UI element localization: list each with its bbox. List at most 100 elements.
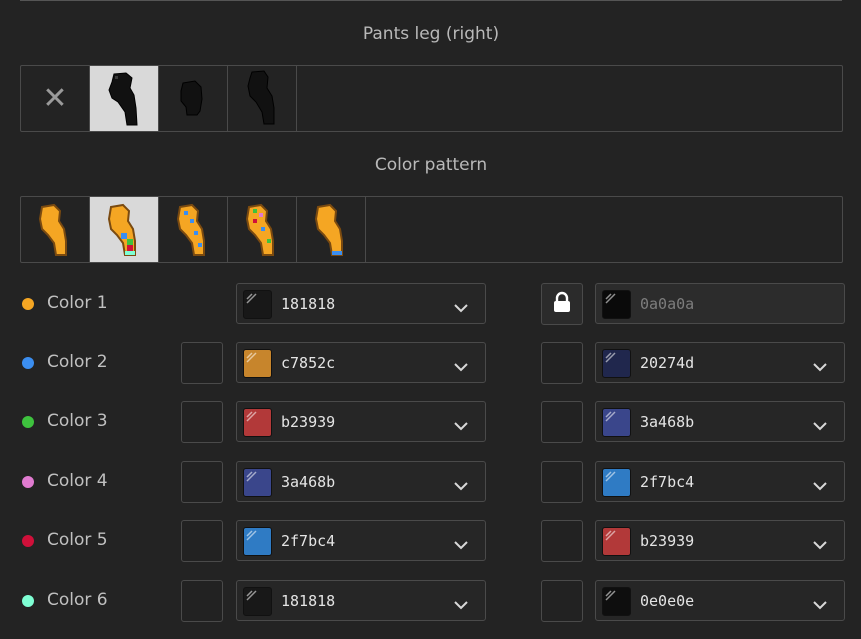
chevron-down-icon <box>453 595 469 614</box>
secondary-checkbox[interactable] <box>541 342 583 384</box>
color-swatch <box>602 349 631 378</box>
pattern-option-5[interactable] <box>297 197 366 262</box>
secondary-color-value: 2f7bc4 <box>640 473 695 491</box>
color-pattern-title: Color pattern <box>374 155 488 175</box>
color-label: Color 1 <box>47 293 108 313</box>
top-divider <box>20 0 842 1</box>
color-swatch <box>243 408 272 437</box>
color-label: Color 5 <box>47 530 108 550</box>
color-swatch <box>243 290 272 319</box>
secondary-checkbox[interactable] <box>541 401 583 443</box>
chevron-down-icon <box>453 416 469 435</box>
color-row: Color 6 181818 0e0e0e <box>0 580 861 622</box>
pattern-option-4[interactable] <box>228 197 297 262</box>
secondary-color-select[interactable]: 3a468b <box>595 401 845 442</box>
color-pattern-sprite-icon <box>314 203 343 256</box>
pants-leg-sprite-icon <box>108 71 138 125</box>
secondary-color-select[interactable]: b23939 <box>595 520 845 561</box>
pattern-option-1[interactable] <box>21 197 90 262</box>
color-pattern-picker <box>20 196 843 263</box>
color-row: Color 2 c7852c 20274d <box>0 342 861 384</box>
chevron-down-icon <box>453 357 469 376</box>
color-swatch <box>602 468 631 497</box>
secondary-checkbox[interactable] <box>541 520 583 562</box>
color-swatch <box>602 408 631 437</box>
primary-checkbox[interactable] <box>181 520 223 562</box>
color-swatch <box>243 587 272 616</box>
color-swatch <box>602 290 631 319</box>
color-dot <box>22 416 34 428</box>
color-pattern-sprite-icon <box>176 203 205 256</box>
primary-color-value: 3a468b <box>281 473 336 491</box>
secondary-color-value: b23939 <box>640 532 695 550</box>
pattern-option-3[interactable] <box>159 197 228 262</box>
primary-color-value: 181818 <box>281 592 336 610</box>
secondary-color-value: 0a0a0a <box>640 295 695 313</box>
chevron-down-icon <box>453 535 469 554</box>
primary-color-select[interactable]: 2f7bc4 <box>236 520 486 561</box>
primary-color-value: 181818 <box>281 295 336 313</box>
color-swatch <box>243 468 272 497</box>
primary-checkbox[interactable] <box>181 461 223 503</box>
color-label: Color 3 <box>47 411 108 431</box>
color-swatch <box>602 527 631 556</box>
color-dot <box>22 535 34 547</box>
primary-color-select[interactable]: b23939 <box>236 401 486 442</box>
color-row: Color 5 2f7bc4 b23939 <box>0 520 861 562</box>
close-icon: ✕ <box>42 80 68 116</box>
color-label: Color 4 <box>47 471 108 491</box>
pants-option-3[interactable] <box>228 66 297 131</box>
color-swatch <box>602 587 631 616</box>
secondary-color-value: 20274d <box>640 354 695 372</box>
primary-checkbox[interactable] <box>181 342 223 384</box>
color-dot <box>22 595 34 607</box>
primary-color-value: c7852c <box>281 354 336 372</box>
secondary-color-select: 0a0a0a <box>595 283 845 324</box>
color-pattern-sprite-icon <box>107 203 136 256</box>
chevron-down-icon <box>812 595 828 614</box>
color-row: Color 1 181818 0a0a0a <box>0 283 861 325</box>
color-pattern-sprite-icon <box>245 203 274 256</box>
secondary-color-select[interactable]: 2f7bc4 <box>595 461 845 502</box>
primary-color-select[interactable]: 181818 <box>236 283 486 324</box>
secondary-checkbox[interactable] <box>541 461 583 503</box>
chevron-down-icon <box>812 416 828 435</box>
color-dot <box>22 298 34 310</box>
color-pattern-sprite-icon <box>38 203 67 256</box>
chevron-down-icon <box>812 476 828 495</box>
pants-option-none[interactable]: ✕ <box>21 66 90 131</box>
chevron-down-icon <box>453 298 469 317</box>
pattern-option-2[interactable] <box>90 197 159 262</box>
pants-option-2[interactable] <box>159 66 228 131</box>
chevron-down-icon <box>453 476 469 495</box>
chevron-down-icon <box>812 535 828 554</box>
color-label: Color 2 <box>47 352 108 372</box>
secondary-checkbox[interactable] <box>541 580 583 622</box>
lock-button[interactable] <box>541 283 583 325</box>
pants-leg-picker: ✕ <box>20 65 843 132</box>
color-label: Color 6 <box>47 590 108 610</box>
pants-option-1[interactable] <box>90 66 159 131</box>
color-row: Color 4 3a468b 2f7bc4 <box>0 461 861 503</box>
secondary-color-value: 3a468b <box>640 413 695 431</box>
pants-leg-sprite-icon <box>247 69 275 124</box>
color-dot <box>22 357 34 369</box>
color-swatch <box>243 349 272 378</box>
lock-icon <box>552 291 572 317</box>
pants-leg-sprite-icon <box>180 79 203 115</box>
color-row: Color 3 b23939 3a468b <box>0 401 861 443</box>
pants-leg-title: Pants leg (right) <box>362 24 500 44</box>
chevron-down-icon <box>812 357 828 376</box>
color-dot <box>22 476 34 488</box>
color-swatch <box>243 527 272 556</box>
secondary-color-select[interactable]: 0e0e0e <box>595 580 845 621</box>
primary-color-select[interactable]: 181818 <box>236 580 486 621</box>
primary-color-value: 2f7bc4 <box>281 532 336 550</box>
secondary-color-value: 0e0e0e <box>640 592 695 610</box>
primary-color-value: b23939 <box>281 413 336 431</box>
primary-color-select[interactable]: 3a468b <box>236 461 486 502</box>
primary-checkbox[interactable] <box>181 580 223 622</box>
primary-color-select[interactable]: c7852c <box>236 342 486 383</box>
secondary-color-select[interactable]: 20274d <box>595 342 845 383</box>
primary-checkbox[interactable] <box>181 401 223 443</box>
